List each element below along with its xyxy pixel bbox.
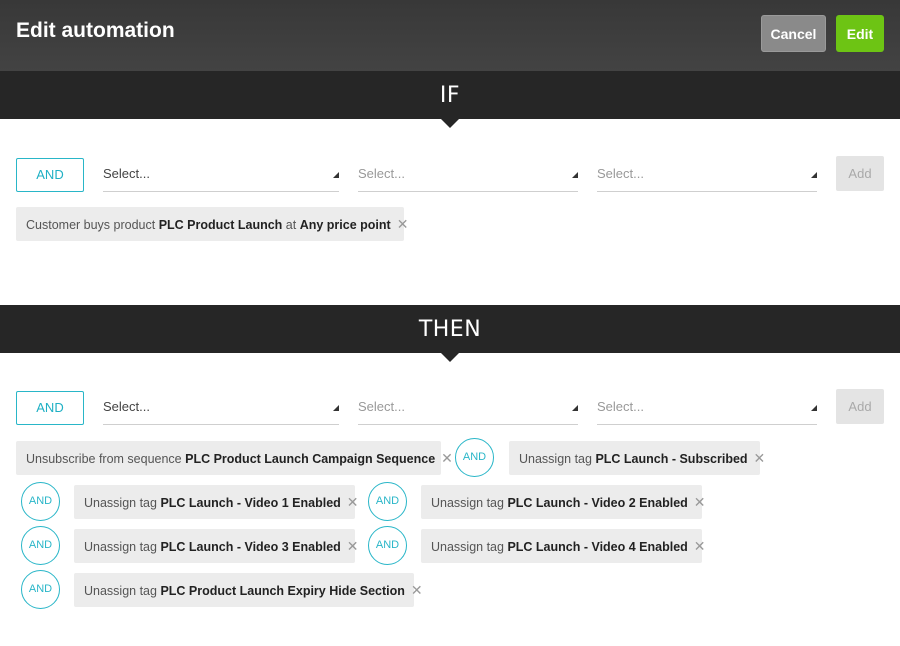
and-connector: AND: [21, 526, 60, 565]
close-icon[interactable]: ✕: [754, 441, 766, 475]
then-select-2[interactable]: Select...: [358, 391, 578, 425]
chip-target: PLC Launch - Video 2 Enabled: [507, 496, 688, 510]
then-add-button[interactable]: Add: [836, 389, 884, 424]
then-select-1[interactable]: Select...: [103, 391, 339, 425]
chip-text: Unassign tag: [84, 496, 161, 510]
chip-text: Unassign tag: [431, 540, 508, 554]
chip-text: Unassign tag: [84, 584, 161, 598]
select-placeholder: Select...: [103, 166, 150, 181]
select-placeholder: Select...: [597, 399, 644, 414]
page-title: Edit automation: [16, 19, 175, 42]
chip-target: PLC Launch - Video 4 Enabled: [507, 540, 688, 554]
close-icon[interactable]: ✕: [411, 573, 423, 607]
if-select-1[interactable]: Select...: [103, 158, 339, 192]
cancel-button[interactable]: Cancel: [761, 15, 826, 52]
and-connector: AND: [455, 438, 494, 477]
action-chip: Unassign tag PLC Launch - Video 1 Enable…: [74, 485, 359, 519]
caret-icon: [572, 172, 578, 178]
if-section-bar: IF: [0, 71, 900, 128]
close-icon[interactable]: ✕: [347, 529, 359, 563]
and-connector: AND: [21, 570, 60, 609]
then-section-label: THEN: [418, 317, 482, 342]
if-select-2[interactable]: Select...: [358, 158, 578, 192]
chip-target: PLC Product Launch Campaign Sequence: [185, 452, 436, 466]
then-select-3[interactable]: Select...: [597, 391, 817, 425]
chip-text: Unassign tag: [519, 452, 596, 466]
chip-product: PLC Product Launch: [158, 218, 283, 232]
action-chip: Unassign tag PLC Launch - Video 4 Enable…: [421, 529, 706, 563]
chip-target: PLC Launch - Video 1 Enabled: [160, 496, 341, 510]
close-icon[interactable]: ✕: [694, 529, 706, 563]
header-bar: Edit automation Cancel Edit: [0, 0, 900, 71]
caret-icon: [572, 405, 578, 411]
and-connector: AND: [368, 526, 407, 565]
chip-target: PLC Launch - Video 3 Enabled: [160, 540, 341, 554]
and-connector: AND: [368, 482, 407, 521]
close-icon[interactable]: ✕: [694, 485, 706, 519]
if-add-button[interactable]: Add: [836, 156, 884, 191]
chip-text: Unassign tag: [431, 496, 508, 510]
chip-text: Customer buys product: [26, 218, 159, 232]
action-chip: Unassign tag PLC Launch - Video 2 Enable…: [421, 485, 706, 519]
caret-icon: [811, 172, 817, 178]
action-chip: Unassign tag PLC Launch - Subscribed ✕: [509, 441, 765, 475]
condition-chip: Customer buys product PLC Product Launch…: [16, 207, 408, 241]
if-condition-builder: AND Select... Select... Select... Add: [0, 156, 900, 194]
section-pointer: [441, 353, 459, 362]
chip-target: PLC Launch - Subscribed: [595, 452, 748, 466]
if-select-3[interactable]: Select...: [597, 158, 817, 192]
action-chip: Unassign tag PLC Product Launch Expiry H…: [74, 573, 423, 607]
chip-text: Unsubscribe from sequence: [26, 452, 186, 466]
close-icon[interactable]: ✕: [441, 441, 453, 475]
and-connector: AND: [21, 482, 60, 521]
then-and-button[interactable]: AND: [16, 391, 84, 425]
then-action-builder: AND Select... Select... Select... Add: [0, 389, 900, 427]
select-placeholder: Select...: [597, 166, 644, 181]
select-placeholder: Select...: [103, 399, 150, 414]
edit-button[interactable]: Edit: [836, 15, 884, 52]
select-placeholder: Select...: [358, 399, 405, 414]
close-icon[interactable]: ✕: [347, 485, 359, 519]
if-section-label: IF: [439, 83, 461, 108]
chip-price-point: Any price point: [299, 218, 391, 232]
action-chip: Unassign tag PLC Launch - Video 3 Enable…: [74, 529, 359, 563]
caret-icon: [333, 405, 339, 411]
close-icon[interactable]: ✕: [397, 207, 409, 241]
chip-text: Unassign tag: [84, 540, 161, 554]
select-placeholder: Select...: [358, 166, 405, 181]
if-and-button[interactable]: AND: [16, 158, 84, 192]
chip-target: PLC Product Launch Expiry Hide Section: [160, 584, 405, 598]
chip-text: at: [282, 218, 300, 232]
action-chip: Unsubscribe from sequence PLC Product La…: [16, 441, 453, 475]
then-section-bar: THEN: [0, 305, 900, 362]
section-pointer: [441, 119, 459, 128]
caret-icon: [333, 172, 339, 178]
caret-icon: [811, 405, 817, 411]
